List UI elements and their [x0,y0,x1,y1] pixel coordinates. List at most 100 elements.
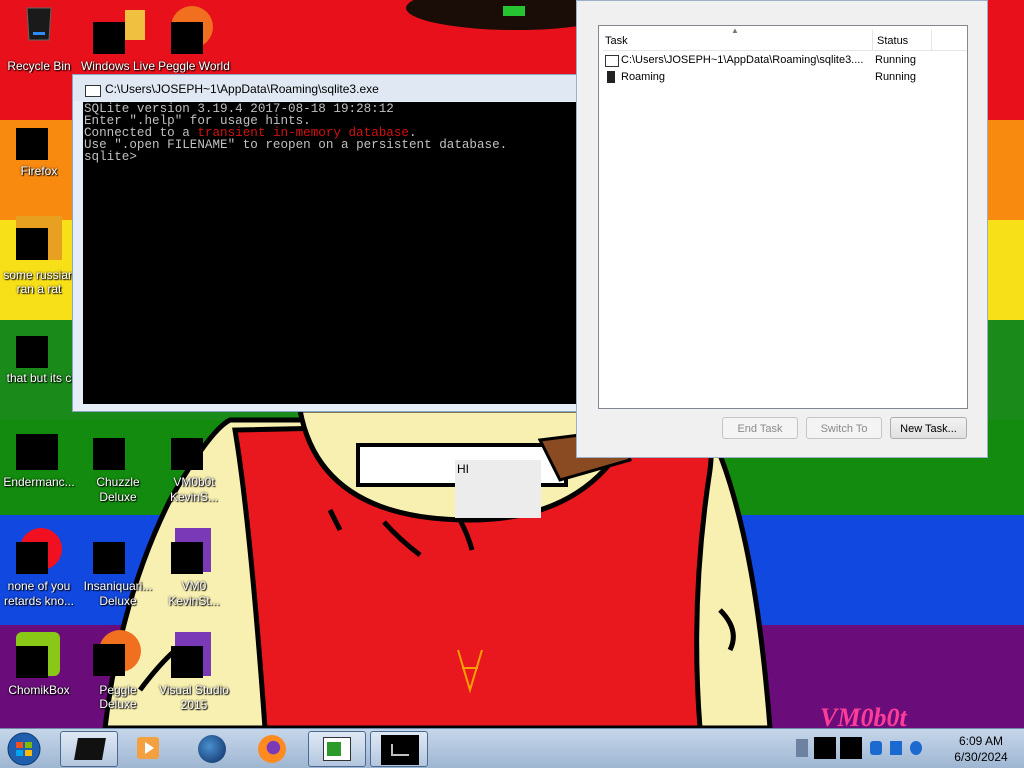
end-task-button[interactable]: End Task [722,417,798,439]
column-header-status[interactable]: Status [877,32,937,50]
desktop-icon-recycle-bin[interactable]: Recycle Bin [0,2,78,74]
header-separator [603,50,967,51]
desktop-icon-vm0[interactable]: VM0 KevinSt... [155,528,233,608]
tray-icon-blue-2[interactable] [890,741,902,755]
column-header-task[interactable]: Task [605,32,873,50]
peggle-world-icon-mask [171,22,203,54]
tray-icon-volume[interactable] [840,737,862,759]
desktop-icon-label-line1: Visual Studio [159,683,229,697]
tray-icon-blue-1[interactable] [870,741,882,755]
console-prompt[interactable]: sqlite> [84,151,577,164]
show-hidden-icons-button[interactable] [796,739,808,757]
desktop-icon-label-line1: Insaniquari... [83,579,153,593]
console-window[interactable]: C:\Users\JOSEPH~1\AppData\Roaming\sqlite… [72,74,582,412]
taskbar: 6:09 AM 6/30/2024 [0,728,1024,768]
desktop-icon-label-line1: VM0 [181,579,207,593]
taskbar-app-media-player[interactable] [120,731,178,767]
visual-studio-2015-icon-mask [171,646,203,678]
visual-studio-icon-2-mask [171,542,203,574]
desktop-icon-peggle-world[interactable]: Peggle World [155,2,233,74]
desktop-icon-label: Peggle Deluxe [99,683,137,711]
taskbar-app-console[interactable] [370,731,428,767]
desktop-icon-label: Recycle Bin [7,59,71,73]
desktop-icon-chomikbox[interactable]: ChomikBox [0,630,78,702]
desktop-icon-firefox[interactable]: Firefox [0,112,78,184]
desktop-icon-label-line1: some russian [3,268,75,282]
console-app-icon [605,55,619,67]
visual-studio-icon [171,438,203,470]
opera-icon-mask [16,542,48,574]
firefox-icon [258,735,286,763]
desktop-icon-label-line2: retards kno... [3,594,75,608]
clock-time: 6:09 AM [958,734,1004,748]
tray-icon-network[interactable] [814,737,836,759]
desktop-icon-label-line1: Chuzzle [96,475,140,489]
task-row[interactable]: Roaming Running [603,69,967,86]
desktop-icon-none-of-you[interactable]: none of you retards kno... [0,528,78,608]
windows-start-icon [7,732,41,766]
taskbar-app-task-manager[interactable] [308,731,366,767]
console-app-icon [16,434,58,470]
desktop-icon-peggle-deluxe[interactable]: Peggle Deluxe [79,630,157,711]
system-tray [792,729,938,769]
windows-live-icon [93,22,125,54]
wallpaper-green-mark [503,6,525,16]
desktop-icon-label-line1: none of you [7,579,71,593]
task-status: Running [875,54,916,66]
hi-overlay-text: HI [457,462,469,476]
desktop-icon-windows-live[interactable]: Windows Live [79,2,157,74]
desktop-icon-endermanch[interactable]: Endermanc... [0,426,78,498]
recycle-bin-icon [26,7,52,41]
taskbar-app-firefox[interactable] [244,731,302,767]
taskbar-app-globe[interactable] [184,731,242,767]
column-divider [931,30,932,50]
desktop-icon-label: Endermanc... [3,475,75,489]
desktop-icon-that-but-its[interactable]: that but its c [0,322,78,394]
desktop-icon-chuzzle[interactable]: Chuzzle Deluxe [79,426,157,504]
task-status: Running [875,71,916,83]
console-window-icon [85,85,101,97]
start-button[interactable] [4,730,44,768]
computer-icon [74,738,106,760]
clock-date: 6/30/2024 [954,750,1008,764]
desktop-icon-vm0b0t[interactable]: VM0b0t KevinS... [155,426,233,504]
desktop-icon-some-russian[interactable]: some russian ran a rat [0,214,78,296]
task-list[interactable]: ▲ Task Status C:\Users\JOSEPH~1\AppData\… [598,25,968,409]
windows-live-icon-frame [125,10,145,40]
task-row[interactable]: C:\Users\JOSEPH~1\AppData\Roaming\sqlite… [603,52,967,69]
desktop-icon-label: Peggle World [158,59,230,73]
desktop-icon-label: Firefox [20,164,58,178]
switch-to-button[interactable]: Switch To [806,417,882,439]
taskbar-clock[interactable]: 6:09 AM 6/30/2024 [938,729,1024,769]
taskbar-app-explorer[interactable] [60,731,118,767]
desktop-icon-label-line1: VM0b0t [173,475,215,489]
desktop-icon-label: ChomikBox [8,683,70,697]
console-title: C:\Users\JOSEPH~1\AppData\Roaming\sqlite… [105,82,379,96]
desktop-icon-label-line2: Deluxe [99,594,137,608]
tray-icon-blue-3[interactable] [910,741,922,755]
console-icon-wave [391,744,409,756]
desktop-icon-label-line2: Deluxe [99,490,137,504]
task-name: Roaming [621,71,666,83]
console-screen[interactable]: SQLite version 3.19.4 2017-08-18 19:28:1… [83,102,577,404]
column-divider [872,30,873,50]
desktop-icon-label-line2: ran a rat [16,282,62,296]
globe-icon [198,735,226,763]
task-manager-window[interactable]: ▲ Task Status C:\Users\JOSEPH~1\AppData\… [576,0,988,458]
task-manager-icon-graph [327,742,341,756]
desktop-icon-insaniquarium[interactable]: Insaniquari... Deluxe [79,528,157,608]
hi-overlay-box: HI [455,460,541,518]
console-titlebar[interactable]: C:\Users\JOSEPH~1\AppData\Roaming\sqlite… [73,75,581,101]
insaniquarium-icon [93,542,125,574]
folder-icon [16,336,48,368]
new-task-button[interactable]: New Task... [890,417,967,439]
task-name: C:\Users\JOSEPH~1\AppData\Roaming\sqlite… [621,54,864,66]
peggle-deluxe-icon-mask [93,644,125,676]
desktop-icon-label-line2: 2015 [180,698,208,712]
firefox-icon [16,128,48,160]
shortcut-icon-mask [16,228,48,260]
console-line-4: Use ".open FILENAME" to reopen on a pers… [84,138,508,152]
play-icon [145,742,154,754]
desktop-icon-visual-studio-2015[interactable]: Visual Studio 2015 [155,630,233,712]
desktop-icon-label-line2: KevinSt... [168,594,220,608]
